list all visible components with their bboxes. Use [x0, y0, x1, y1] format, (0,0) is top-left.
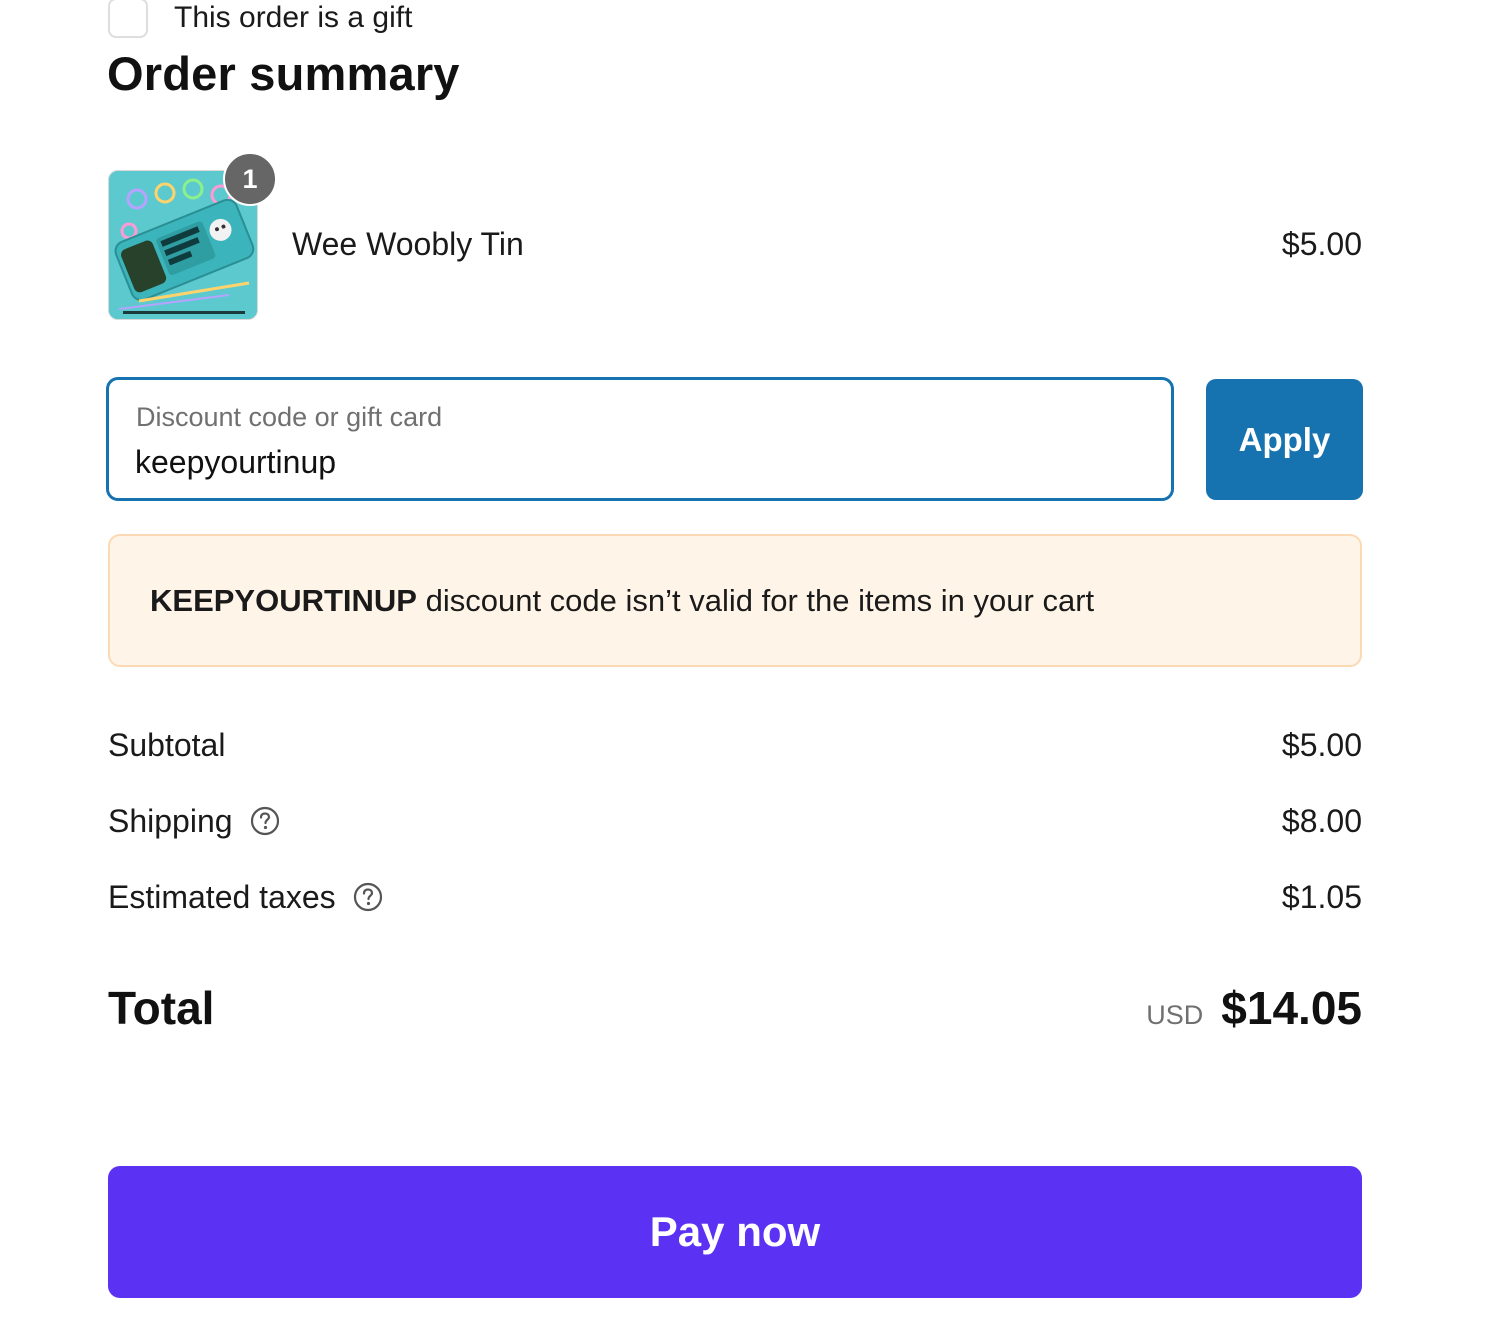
- discount-warning: KEEPYOURTINUP discount code isn’t valid …: [108, 534, 1362, 667]
- gift-checkbox[interactable]: [108, 0, 148, 38]
- warning-code: KEEPYOURTINUP: [150, 582, 417, 618]
- apply-discount-button[interactable]: Apply: [1206, 379, 1363, 500]
- shipping-row: Shipping $8.00: [108, 799, 1362, 843]
- total-label: Total: [108, 982, 215, 1034]
- total-row: Total USD $14.05: [108, 978, 1362, 1038]
- shipping-label: Shipping: [108, 802, 233, 839]
- taxes-label-group: Estimated taxes: [108, 879, 384, 916]
- quantity-badge: 1: [223, 152, 277, 206]
- taxes-help-icon[interactable]: [352, 881, 384, 913]
- total-amount: $14.05: [1221, 982, 1362, 1034]
- total-amount-group: USD $14.05: [1146, 981, 1362, 1035]
- subtotal-value: $5.00: [1281, 726, 1362, 763]
- shipping-help-icon[interactable]: [249, 805, 281, 837]
- discount-floating-label: Discount code or gift card: [136, 402, 443, 432]
- item-price: $5.00: [1281, 226, 1362, 262]
- total-currency: USD: [1146, 1000, 1204, 1030]
- taxes-label: Estimated taxes: [108, 878, 336, 915]
- pay-now-button[interactable]: Pay now: [108, 1166, 1362, 1298]
- taxes-row: Estimated taxes $1.05: [108, 875, 1362, 919]
- warning-text: KEEPYOURTINUP discount code isn’t valid …: [150, 583, 1094, 619]
- checkout-order-summary: This order is a gift Order summary 1 Wee…: [0, 0, 1500, 1336]
- warning-message: discount code isn’t valid for the items …: [416, 582, 1095, 618]
- order-summary-title: Order summary: [107, 47, 460, 100]
- discount-code-input[interactable]: [135, 440, 1135, 484]
- gift-option[interactable]: This order is a gift: [108, 0, 412, 40]
- shipping-value: $8.00: [1281, 802, 1362, 839]
- shipping-label-group: Shipping: [108, 803, 281, 840]
- discount-field[interactable]: Discount code or gift card: [106, 377, 1174, 501]
- taxes-value: $1.05: [1281, 878, 1362, 915]
- subtotal-row: Subtotal $5.00: [108, 723, 1362, 767]
- subtotal-label: Subtotal: [108, 726, 226, 763]
- gift-label: This order is a gift: [174, 1, 413, 34]
- line-item: 1 Wee Woobly Tin $5.00: [108, 152, 1362, 320]
- item-name: Wee Woobly Tin: [292, 226, 524, 262]
